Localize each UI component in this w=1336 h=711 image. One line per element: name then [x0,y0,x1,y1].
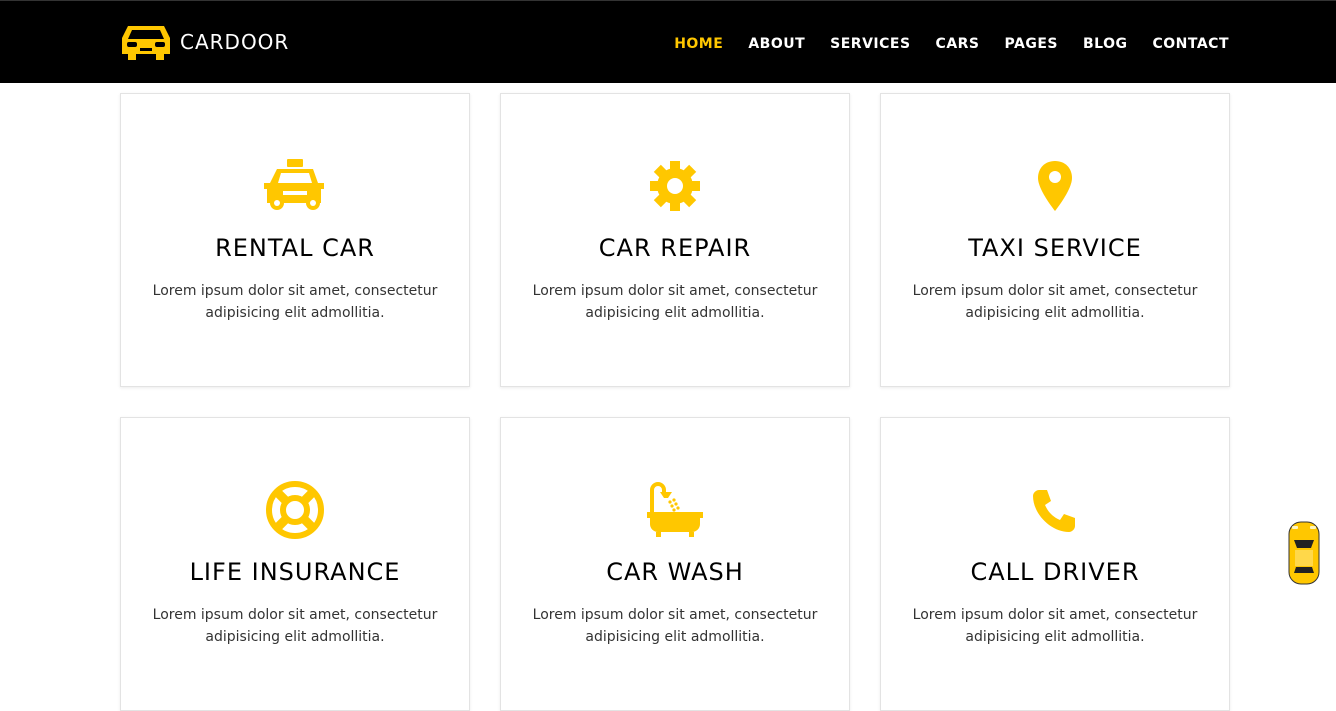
nav-home[interactable]: HOME [674,36,723,52]
service-card-car-repair: CAR REPAIR Lorem ipsum dolor sit amet, c… [500,93,850,387]
map-pin-icon [1038,161,1072,211]
service-card-call-driver: CALL DRIVER Lorem ipsum dolor sit amet, … [880,417,1230,711]
service-description: Lorem ipsum dolor sit amet, consectetur … [532,283,818,321]
phone-icon [1033,490,1075,532]
service-card-car-wash: CAR WASH Lorem ipsum dolor sit amet, con… [500,417,850,711]
service-title: RENTAL CAR [215,234,375,262]
taxi-icon [264,159,324,210]
nav-cars[interactable]: CARS [936,36,980,52]
service-card-life-insurance: LIFE INSURANCE Lorem ipsum dolor sit ame… [120,417,470,711]
service-title: TAXI SERVICE [968,234,1142,262]
brand-name: CARDOOR [180,30,290,54]
service-title: CALL DRIVER [970,558,1140,586]
navbar: CARDOOR HOME ABOUT SERVICES CARS PAGES B… [0,0,1336,83]
service-description: Lorem ipsum dolor sit amet, consectetur … [152,607,438,645]
main-menu: HOME ABOUT SERVICES CARS PAGES BLOG CONT… [674,1,1229,84]
nav-services[interactable]: SERVICES [830,36,910,52]
service-description: Lorem ipsum dolor sit amet, consectetur … [152,283,438,321]
bathtub-icon [647,482,703,537]
service-description: Lorem ipsum dolor sit amet, consectetur … [912,283,1198,321]
service-title: LIFE INSURANCE [189,558,401,586]
service-card-rental-car: RENTAL CAR Lorem ipsum dolor sit amet, c… [120,93,470,387]
nav-contact[interactable]: CONTACT [1152,36,1229,52]
car-front-icon [122,26,170,60]
life-ring-icon [266,481,324,539]
nav-pages[interactable]: PAGES [1005,36,1058,52]
service-description: Lorem ipsum dolor sit amet, consectetur … [532,607,818,645]
service-title: CAR REPAIR [598,234,752,262]
gear-icon [650,161,700,211]
nav-blog[interactable]: BLOG [1083,36,1128,52]
brand-logo[interactable]: CARDOOR [120,22,289,62]
service-description: Lorem ipsum dolor sit amet, consectetur … [912,607,1198,645]
service-card-taxi-service: TAXI SERVICE Lorem ipsum dolor sit amet,… [880,93,1230,387]
nav-about[interactable]: ABOUT [748,36,805,52]
service-title: CAR WASH [606,558,744,586]
car-top-view-icon[interactable] [1286,520,1322,586]
